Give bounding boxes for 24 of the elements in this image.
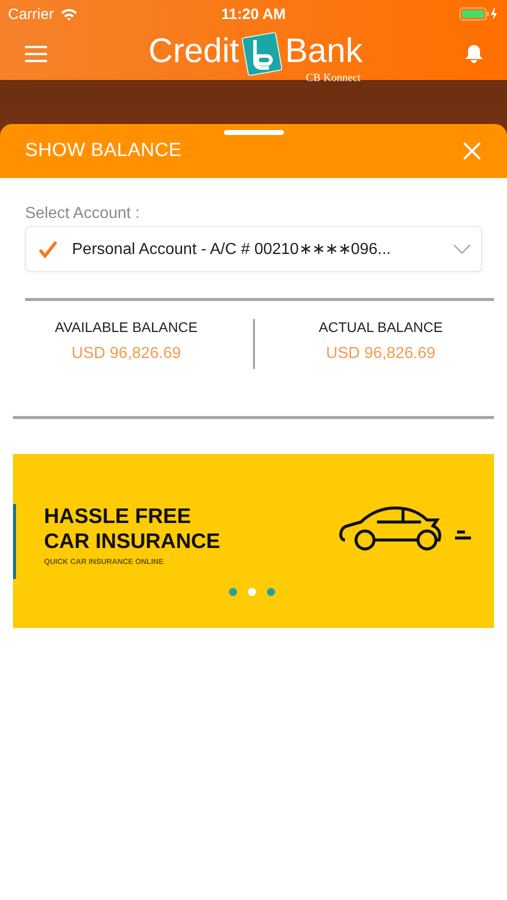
banner-headline: CAR INSURANCE: [44, 529, 220, 554]
balance-label: ACTUAL BALANCE: [318, 319, 443, 335]
wifi-icon: [60, 8, 78, 20]
banner-headline: HASSLE FREE: [44, 504, 192, 529]
balance-amount: USD 96,826.69: [72, 345, 181, 363]
carrier-label: Carrier: [8, 6, 54, 22]
logo-text: Bank: [285, 32, 363, 71]
carousel-dot[interactable]: [229, 588, 237, 596]
carousel-dot[interactable]: [267, 588, 275, 596]
select-label: Select Account :: [25, 205, 140, 223]
drag-handle[interactable]: [224, 130, 284, 135]
battery-icon: [459, 7, 499, 21]
bell-icon[interactable]: [462, 44, 485, 64]
close-icon[interactable]: [463, 142, 481, 160]
account-dropdown[interactable]: Personal Account - A/C # 00210∗∗∗∗096...: [25, 226, 482, 272]
balance-amount: USD 96,826.69: [326, 345, 436, 363]
logo-text: Credit: [148, 32, 240, 71]
balance-label: AVAILABLE BALANCE: [54, 319, 198, 335]
chevron-icon: [453, 244, 471, 254]
logo-icon: [242, 32, 282, 76]
clock-time: 11:20 AM: [221, 6, 286, 22]
carousel-dot[interactable]: [248, 588, 256, 596]
menu-icon[interactable]: [24, 45, 48, 63]
sheet-title: SHOW BALANCE: [25, 140, 182, 162]
